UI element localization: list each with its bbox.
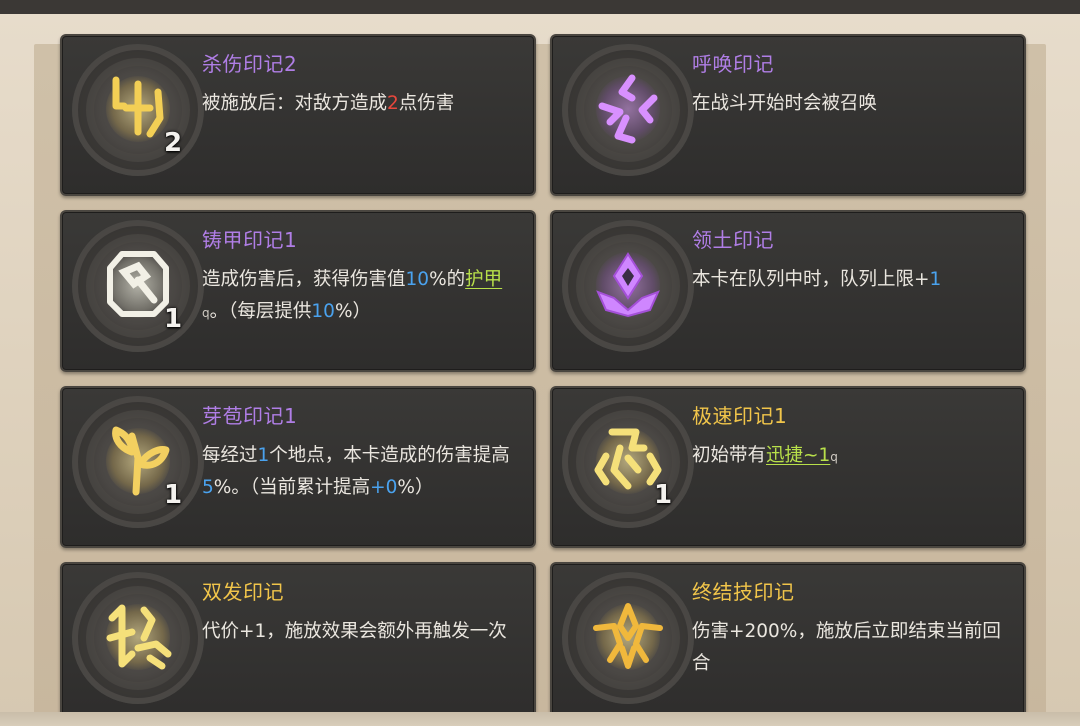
desc-text: 本卡在队列中时，队列上限+ (692, 269, 930, 290)
mark-title: 芽苞印记1 (202, 404, 298, 428)
desc-text: %） (397, 477, 434, 498)
value-text: 5 (202, 477, 214, 498)
desc-text: %） (334, 301, 372, 322)
desc-text: %的 (429, 269, 466, 290)
desc-text: 代价+1，施放效果会额外再触发一次 (202, 621, 507, 642)
desc-text: 初始带有 (692, 445, 767, 466)
desc-text: %。（当前累计提高 (213, 477, 371, 498)
desc-text: 在战斗开始时会被召唤 (692, 93, 878, 114)
mark-title: 领土印记 (692, 228, 774, 252)
value-text: 10 (311, 301, 335, 322)
value-text: 1 (257, 445, 270, 466)
mark-title: 呼唤印记 (692, 52, 774, 76)
value-text: q (830, 450, 838, 464)
mark-description: 代价+1，施放效果会额外再触发一次 (202, 616, 528, 648)
mark-description: 被施放后：对敌方造成2点伤害 (202, 88, 528, 120)
mark-description: 初始带有迅捷~1q (692, 440, 1018, 473)
mark-title: 极速印记1 (692, 404, 788, 428)
mark-card-grid: 2 杀伤印记2 被施放后：对敌方造成2点伤害 呼唤印记 在战斗开始时会被召唤 1… (60, 34, 1028, 726)
mark-card[interactable]: 2 杀伤印记2 被施放后：对敌方造成2点伤害 (60, 34, 536, 196)
keyword-link[interactable]: 护甲 (465, 269, 502, 290)
stack-count: 1 (164, 304, 183, 334)
mark-title: 终结技印记 (692, 580, 795, 604)
desc-text: 造成伤害后，获得伤害值 (202, 269, 406, 290)
desc-text: 个地点，本卡造成的伤害提高 (269, 445, 510, 466)
value-text: +0 (370, 477, 398, 498)
desc-text: 被施放后：对敌方造成 (202, 93, 388, 114)
value-text: 1 (929, 269, 942, 290)
desc-text: 。（每层提供 (209, 301, 312, 322)
rune-finisher-icon (593, 603, 663, 669)
value-text: 10 (405, 269, 430, 290)
rune-double-icon (106, 604, 172, 670)
mark-title: 双发印记 (202, 580, 284, 604)
stack-count: 2 (164, 128, 183, 158)
keyword-link[interactable]: 迅捷~1 (766, 445, 830, 466)
mark-title: 杀伤印记2 (202, 52, 298, 76)
mark-description: 伤害+200%，施放后立即结束当前回合 (692, 616, 1018, 680)
rune-territory-icon (596, 252, 660, 318)
stack-count: 1 (654, 480, 673, 510)
mark-card[interactable]: 领土印记 本卡在队列中时，队列上限+1 (550, 210, 1026, 372)
mark-card[interactable]: 终结技印记 伤害+200%，施放后立即结束当前回合 (550, 562, 1026, 724)
rune-summon-icon (598, 74, 658, 144)
desc-text: 每经过 (202, 445, 258, 466)
bottom-edge (0, 712, 1080, 726)
mark-description: 在战斗开始时会被召唤 (692, 88, 1018, 120)
mark-card[interactable]: 1 铸甲印记1 造成伤害后，获得伤害值10%的护甲q。（每层提供10%） (60, 210, 536, 372)
desc-text: 点伤害 (398, 93, 455, 114)
mark-description: 每经过1个地点，本卡造成的伤害提高 5%。（当前累计提高+0%） (202, 440, 528, 504)
value-text: 2 (387, 93, 399, 114)
mark-title: 铸甲印记1 (202, 228, 298, 252)
mark-card[interactable]: 呼唤印记 在战斗开始时会被召唤 (550, 34, 1026, 196)
mark-description: 造成伤害后，获得伤害值10%的护甲q。（每层提供10%） (202, 264, 528, 329)
top-bar (0, 0, 1080, 15)
mark-card[interactable]: 1 极速印记1 初始带有迅捷~1q (550, 386, 1026, 548)
mark-card[interactable]: 1 芽苞印记1 每经过1个地点，本卡造成的伤害提高5%。（当前累计提高+0%） (60, 386, 536, 548)
desc-text: 伤害+200%，施放后立即结束当前回合 (692, 621, 1001, 674)
mark-card[interactable]: 双发印记 代价+1，施放效果会额外再触发一次 (60, 562, 536, 724)
mark-description: 本卡在队列中时，队列上限+1 (692, 264, 1018, 296)
value-text: q (202, 306, 210, 320)
stack-count: 1 (164, 480, 183, 510)
